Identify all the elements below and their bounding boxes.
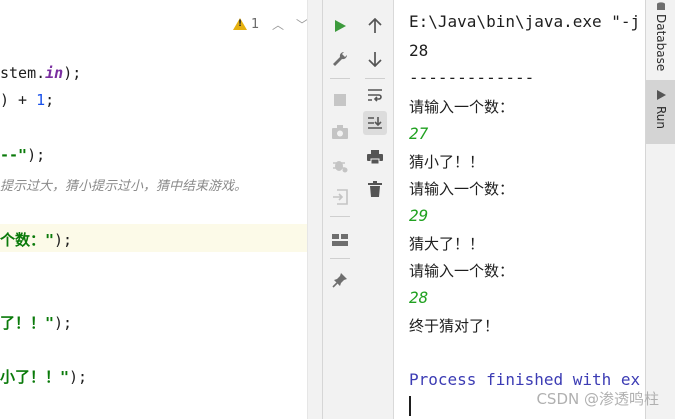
- warning-icon: [233, 18, 247, 30]
- watermark: CSDN @渗透鸣柱: [536, 390, 659, 408]
- pin-icon[interactable]: [328, 268, 352, 292]
- scroll-to-end-icon[interactable]: [363, 111, 387, 135]
- console-output[interactable]: E:\Java\bin\java.exe "-j 28 ------------…: [394, 0, 645, 419]
- editor-scrollbar[interactable]: [307, 0, 322, 419]
- code-line: ) + 1;: [0, 91, 55, 109]
- console-line: -------------: [409, 68, 535, 87]
- stop-icon[interactable]: [328, 88, 352, 112]
- code-comment: 提示过大，猜小提示过小，猜中结束游戏。: [0, 179, 248, 194]
- console-line: 28: [409, 41, 429, 60]
- toolbar-separator: [330, 216, 350, 217]
- database-tab[interactable]: Database: [646, 0, 675, 72]
- wrench-icon[interactable]: [328, 47, 352, 71]
- code-line: --");: [0, 146, 46, 164]
- process-finished-line: Process finished with ex: [409, 370, 641, 389]
- soft-wrap-icon[interactable]: [363, 83, 387, 107]
- console-input-line: 29: [409, 206, 429, 225]
- run-tab[interactable]: Run: [646, 80, 675, 144]
- code-line: 个数：");: [0, 231, 73, 249]
- tool-window-strip: Database Run: [645, 0, 675, 419]
- code-line: stem.in);: [0, 64, 82, 82]
- console-input-line: 27: [409, 124, 429, 143]
- code-line: 小了！！");: [0, 368, 88, 386]
- warning-count: 1: [251, 16, 260, 32]
- run-icon[interactable]: [328, 14, 352, 38]
- layout-icon[interactable]: [328, 228, 352, 252]
- console-command: E:\Java\bin\java.exe "-j: [409, 12, 641, 31]
- enter-icon[interactable]: [328, 185, 352, 209]
- console-line: 请输入一个数：: [409, 98, 515, 116]
- console-line: 终于猜对了！: [409, 317, 500, 335]
- text-caret: [409, 396, 411, 416]
- print-icon[interactable]: [363, 145, 387, 169]
- toolbar-separator: [365, 78, 385, 79]
- camera-icon[interactable]: [328, 120, 352, 144]
- console-toolbar: [358, 0, 394, 419]
- arrow-down-icon[interactable]: [363, 47, 387, 71]
- database-tab-label: Database: [654, 14, 668, 72]
- debug-icon[interactable]: [328, 153, 352, 177]
- console-input-line: 28: [409, 288, 429, 307]
- run-toolbar: [322, 0, 359, 419]
- chevron-up-icon[interactable]: ︿: [272, 16, 284, 33]
- console-line: 请输入一个数：: [409, 180, 515, 198]
- run-tab-label: Run: [654, 106, 668, 130]
- console-line: 请输入一个数：: [409, 262, 515, 280]
- run-tab-icon: [657, 90, 666, 100]
- arrow-up-icon[interactable]: [363, 14, 387, 38]
- toolbar-separator: [330, 258, 350, 259]
- trash-icon[interactable]: [363, 177, 387, 201]
- console-line: 猜小了！！: [409, 153, 485, 171]
- code-editor[interactable]: 1 ︿ ﹀ stem.in); ) + 1; --"); 提示过大，猜小提示过小…: [0, 0, 322, 419]
- database-icon: [657, 2, 665, 10]
- code-line: 了！！");: [0, 314, 73, 332]
- toolbar-separator: [330, 78, 350, 79]
- console-line: 猜大了！！: [409, 235, 485, 253]
- warning-indicator[interactable]: 1: [233, 14, 259, 34]
